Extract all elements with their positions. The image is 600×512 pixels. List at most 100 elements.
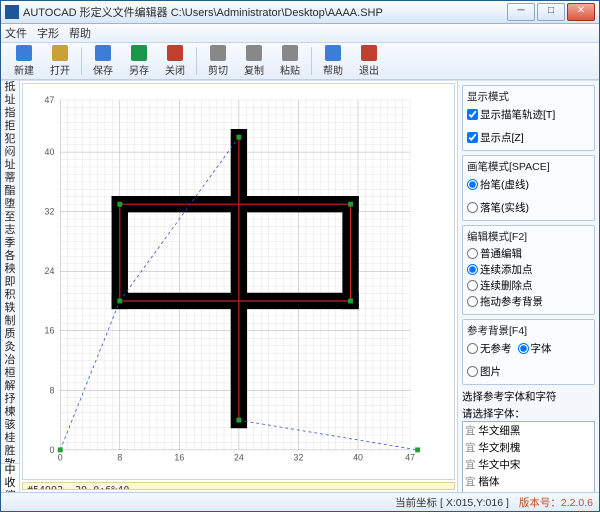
svg-text:0: 0 (49, 445, 54, 455)
svg-text:40: 40 (45, 147, 55, 157)
close-button[interactable]: 关闭 (158, 42, 192, 80)
char-item[interactable]: 秧 (1, 263, 19, 276)
char-item[interactable]: 积 (1, 289, 19, 302)
char-item[interactable]: 酯 (1, 185, 19, 198)
app-icon (5, 5, 19, 19)
char-item[interactable]: 制 (1, 315, 19, 328)
new-icon (16, 45, 32, 61)
char-item[interactable]: 质 (1, 328, 19, 341)
char-item[interactable]: 胜 (1, 445, 19, 458)
svg-text:24: 24 (234, 453, 244, 463)
char-item[interactable]: 即 (1, 276, 19, 289)
new-button[interactable]: 新建 (7, 42, 41, 80)
font-item[interactable]: 宜 华文细黑 (463, 422, 594, 439)
char-item[interactable]: 闷 (1, 146, 19, 159)
help-icon (325, 45, 341, 61)
window-title: AUTOCAD 形定义文件编辑器 C:\Users\Administrator\… (23, 4, 507, 20)
menu-字形[interactable]: 字形 (37, 25, 59, 41)
close-icon (167, 45, 183, 61)
save-icon (95, 45, 111, 61)
ref-opt-2[interactable]: 图片 (467, 364, 501, 379)
cut-button[interactable]: 剪切 (201, 42, 235, 80)
ref-opt-0[interactable]: 无参考 (467, 341, 512, 356)
char-item[interactable]: 桓 (1, 367, 19, 380)
ref-opt-1[interactable]: 字体 (518, 341, 552, 356)
info-bar: #54992, 29,0:6%40 2,8,(8,20),1,9,(0,13),… (22, 482, 455, 490)
char-item[interactable]: 楝 (1, 406, 19, 419)
char-item[interactable]: 灸 (1, 341, 19, 354)
font-list[interactable]: 宜 华文细黑宜 华文刺槐宜 华文中宋宜 楷体宜 隶书宜 宋体宜 宋体-方正超大字… (462, 421, 595, 492)
status-coord: 当前坐标 [ X:015,Y:016 ] (395, 495, 509, 510)
exit-icon (361, 45, 377, 61)
glyph-canvas[interactable]: 0 8 16 24 32 40 47 0 8 16 24 32 40 47 (23, 84, 454, 479)
char-item[interactable]: 犯 (1, 133, 19, 146)
paste-button[interactable]: 粘贴 (273, 42, 307, 80)
font-select-label: 选择参考字体和字符 (462, 389, 595, 404)
pen-up-radio[interactable]: 抬笔(虚线) (467, 177, 529, 192)
char-list[interactable]: 抵址指拒犯闷址蒂酯堕至志季各秧即积轶制质灸冶桓解抒楝骇桂胜散酞椎抑座宴解留庄落袜… (1, 81, 19, 463)
char-item[interactable]: 拒 (1, 120, 19, 133)
saveas-button[interactable]: 另存 (122, 42, 156, 80)
char-item[interactable]: 抒 (1, 393, 19, 406)
char-item[interactable]: 抵 (1, 81, 19, 94)
status-version: 版本号：2.2.0.6 (519, 495, 593, 510)
menu-帮助[interactable]: 帮助 (69, 25, 91, 41)
edit-opt-2[interactable]: 连续删除点 (467, 278, 590, 293)
char-item[interactable]: 解 (1, 380, 19, 393)
svg-text:16: 16 (174, 453, 184, 463)
edit-opt-1[interactable]: 连续添加点 (467, 262, 590, 277)
exit-button[interactable]: 退出 (352, 42, 386, 80)
char-item[interactable]: 蒂 (1, 172, 19, 185)
edit-opt-3[interactable]: 拖动参考背景 (467, 294, 590, 309)
char-item[interactable]: 志 (1, 224, 19, 237)
display-mode-title: 显示模式 (467, 89, 590, 104)
char-item[interactable]: 堕 (1, 198, 19, 211)
svg-text:32: 32 (45, 207, 55, 217)
help-button[interactable]: 帮助 (316, 42, 350, 80)
refbg-title: 参考背景[F4] (467, 323, 590, 338)
svg-text:24: 24 (45, 266, 55, 276)
cut-icon (210, 45, 226, 61)
minimize-button[interactable]: ─ (507, 3, 535, 21)
svg-text:16: 16 (45, 326, 55, 336)
saveas-icon (131, 45, 147, 61)
char-item[interactable]: 至 (1, 211, 19, 224)
font-pick-label: 请选择字体： (462, 406, 595, 421)
char-item[interactable]: 址 (1, 159, 19, 172)
svg-text:40: 40 (353, 453, 363, 463)
char-item[interactable]: 骇 (1, 419, 19, 432)
copy-icon (246, 45, 262, 61)
open-button[interactable]: 打开 (43, 42, 77, 80)
svg-text:32: 32 (294, 453, 304, 463)
svg-text:0: 0 (58, 453, 63, 463)
char-item[interactable]: 季 (1, 237, 19, 250)
svg-text:8: 8 (49, 385, 54, 395)
edit-opt-0[interactable]: 普通编辑 (467, 246, 590, 261)
pen-down-radio[interactable]: 落笔(实线) (467, 200, 529, 215)
svg-text:47: 47 (405, 453, 415, 463)
open-icon (52, 45, 68, 61)
copy-button[interactable]: 复制 (237, 42, 271, 80)
show-points-check[interactable]: 显示点[Z] (467, 130, 524, 145)
svg-text:8: 8 (117, 453, 122, 463)
char-item[interactable]: 指 (1, 107, 19, 120)
char-item[interactable]: 址 (1, 94, 19, 107)
edit-mode-title: 编辑模式[F2] (467, 229, 590, 244)
canvas[interactable]: 0 8 16 24 32 40 47 0 8 16 24 32 40 47 (22, 83, 455, 480)
save-button[interactable]: 保存 (86, 42, 120, 80)
pen-mode-title: 画笔模式[SPACE] (467, 159, 590, 174)
menu-文件[interactable]: 文件 (5, 25, 27, 41)
svg-text:47: 47 (45, 95, 55, 105)
char-selected[interactable]: 中 (1, 464, 19, 477)
font-item[interactable]: 宜 华文刺槐 (463, 439, 594, 456)
char-item[interactable]: 冶 (1, 354, 19, 367)
font-item[interactable]: 宜 楷体 (463, 473, 594, 490)
show-trace-check[interactable]: 显示描笔轨迹[T] (467, 107, 555, 122)
char-item[interactable]: 桂 (1, 432, 19, 445)
char-item[interactable]: 各 (1, 250, 19, 263)
close-button[interactable]: ✕ (567, 3, 595, 21)
paste-icon (282, 45, 298, 61)
char-item[interactable]: 轶 (1, 302, 19, 315)
font-item[interactable]: 宜 华文中宋 (463, 456, 594, 473)
maximize-button[interactable]: □ (537, 3, 565, 21)
